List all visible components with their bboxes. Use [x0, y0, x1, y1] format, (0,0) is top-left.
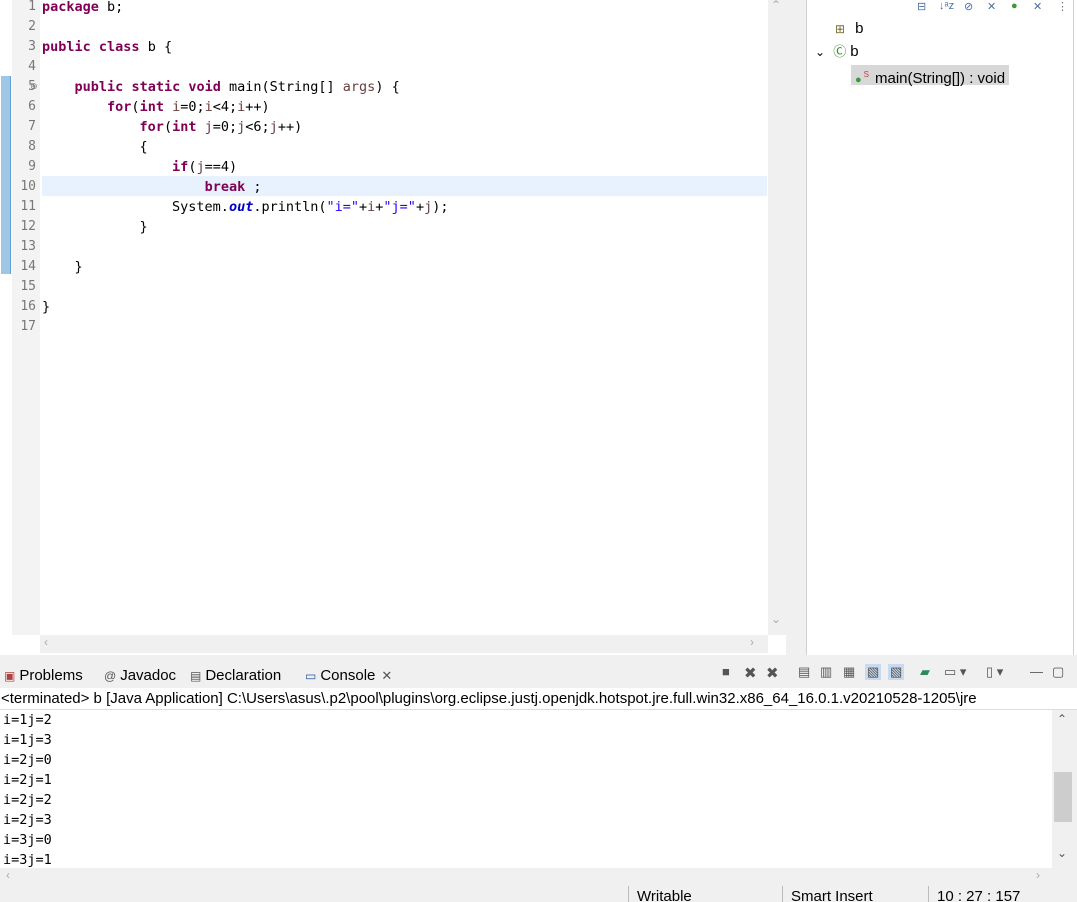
hide-local-types-icon[interactable]: ✕	[1033, 0, 1042, 13]
close-icon[interactable]: ✕	[381, 668, 392, 683]
code-line: if(j==4)	[172, 159, 238, 175]
status-cursor-position: 10 : 27 : 157	[928, 886, 1077, 902]
console-line: i=2j=1	[3, 772, 52, 788]
scroll-right-icon[interactable]: ›	[750, 635, 754, 649]
scroll-up-icon[interactable]: ⌃	[1057, 712, 1067, 726]
line-number: 15	[20, 279, 36, 294]
console-process-label: <terminated> b [Java Application] C:\Use…	[0, 688, 1077, 710]
code-line: package b;	[42, 0, 124, 15]
code-line: }	[42, 259, 83, 275]
code-line: }	[42, 299, 51, 315]
code-line: for(int j=0;j<6;j++)	[139, 119, 303, 135]
console-line: i=2j=0	[3, 752, 52, 768]
status-insert-mode: Smart Insert	[782, 886, 928, 902]
line-number: 11	[20, 199, 36, 214]
line-number: 10	[20, 179, 36, 194]
console-line: i=3j=0	[3, 832, 52, 848]
editor-gutter	[0, 0, 12, 635]
console-line: i=3j=1	[3, 852, 52, 868]
line-number: 14	[20, 259, 36, 274]
console-icon: ▭	[305, 669, 317, 683]
outline-package[interactable]: ⊞ b	[835, 19, 863, 39]
line-number: 16	[20, 299, 36, 314]
editor-vertical-scrollbar[interactable]: ⌃ ⌄	[768, 0, 786, 635]
console-scroll-thumb[interactable]	[1054, 772, 1072, 822]
code-line: for(int i=0;i<4;i++)	[107, 99, 270, 115]
console-horizontal-scrollbar[interactable]: ‹ ›	[0, 868, 1052, 886]
outline-class[interactable]: ⌄ Ⓒb	[815, 42, 859, 62]
code-line: break ;	[204, 179, 262, 195]
pin-console-icon[interactable]: ▰	[920, 664, 930, 680]
word-wrap-icon[interactable]: ▦	[843, 664, 855, 680]
tab-problems[interactable]: ▣ Problems	[4, 666, 83, 686]
scroll-left-icon[interactable]: ‹	[44, 635, 48, 649]
open-console-icon[interactable]: ▯ ▾	[986, 664, 1003, 680]
editor-horizontal-scrollbar[interactable]: ‹ ›	[40, 635, 768, 653]
scroll-up-icon[interactable]: ⌃	[771, 0, 781, 12]
public-method-icon: ●	[855, 74, 862, 86]
scroll-down-icon[interactable]: ⌄	[771, 612, 781, 626]
terminate-icon[interactable]: ■	[722, 664, 730, 679]
problems-icon: ▣	[4, 669, 16, 683]
show-stderr-icon[interactable]: ▧	[888, 664, 905, 680]
collapse-all-icon[interactable]: ⊟	[917, 0, 926, 13]
outline-method[interactable]: ● Smain(String[]) : void	[851, 65, 1010, 87]
scroll-left-icon[interactable]: ‹	[6, 868, 10, 882]
view-sash[interactable]	[786, 0, 806, 655]
console-line: i=2j=2	[3, 792, 52, 808]
scroll-down-icon[interactable]: ⌄	[1057, 846, 1067, 860]
class-icon: Ⓒ	[833, 44, 847, 59]
maximize-icon[interactable]: ▢	[1052, 664, 1064, 680]
code-line: {	[42, 139, 148, 155]
clear-console-icon[interactable]: ▤	[798, 664, 810, 680]
show-stdout-icon[interactable]: ▧	[865, 664, 882, 680]
line-number: 3	[28, 39, 36, 54]
line-number: 1	[28, 0, 36, 14]
fold-collapse-icon[interactable]: ⊖	[30, 76, 38, 96]
line-number: 17	[20, 319, 36, 334]
package-icon: ⊞	[835, 22, 846, 36]
remove-launch-icon[interactable]: ✖	[744, 664, 757, 682]
scroll-right-icon[interactable]: ›	[1036, 868, 1040, 882]
console-line: i=1j=3	[3, 732, 52, 748]
console-line: i=1j=2	[3, 712, 52, 728]
code-line: }	[42, 219, 148, 235]
line-number: 8	[28, 139, 36, 154]
sort-icon[interactable]: ↓ᵃz	[939, 0, 954, 12]
remove-all-terminated-icon[interactable]: ✖	[766, 664, 779, 682]
view-menu-icon[interactable]: ⋮	[1057, 0, 1068, 13]
line-number: 13	[20, 239, 36, 254]
hide-fields-icon[interactable]: ⊘	[964, 0, 973, 13]
line-number: 12	[20, 219, 36, 234]
code-line: System.out.println("i="+i+"j="+j);	[42, 199, 449, 215]
line-number: 7	[28, 119, 36, 134]
line-number: 2	[28, 19, 36, 34]
line-number: 9	[28, 159, 36, 174]
outline-view: ⊟ ↓ᵃz ⊘ ✕ ● ✕ ⋮ ⊞ b ⌄ Ⓒb ● Smain(String[])…	[806, 0, 1074, 655]
code-line: public class b {	[42, 39, 173, 55]
console-line: i=2j=3	[3, 812, 52, 828]
tab-javadoc[interactable]: @ Javadoc	[104, 666, 176, 686]
code-line: public static void main(String[] args) {	[74, 79, 400, 95]
line-number: 6	[28, 99, 36, 114]
console-output[interactable]: i=1j=2 i=1j=3 i=2j=0 i=2j=1 i=2j=2 i=2j=3 i=3j…	[0, 710, 1052, 868]
declaration-icon: ▤	[190, 669, 202, 683]
status-writable: Writable	[628, 886, 782, 902]
display-console-icon[interactable]: ▭ ▾	[944, 664, 966, 680]
change-marker	[1, 76, 11, 274]
chevron-down-icon[interactable]: ⌄	[815, 45, 825, 59]
minimize-icon[interactable]: —	[1030, 664, 1043, 679]
tab-console[interactable]: ▭ Console ✕	[305, 666, 392, 686]
javadoc-icon: @	[104, 669, 117, 683]
hide-non-public-icon[interactable]: ●	[1011, 0, 1018, 12]
hide-static-icon[interactable]: ✕	[987, 0, 996, 13]
static-badge-icon: S	[863, 70, 869, 79]
line-number: 4	[28, 59, 36, 74]
tab-declaration[interactable]: ▤ Declaration	[190, 666, 281, 686]
scroll-lock-icon[interactable]: ▥	[820, 664, 832, 680]
